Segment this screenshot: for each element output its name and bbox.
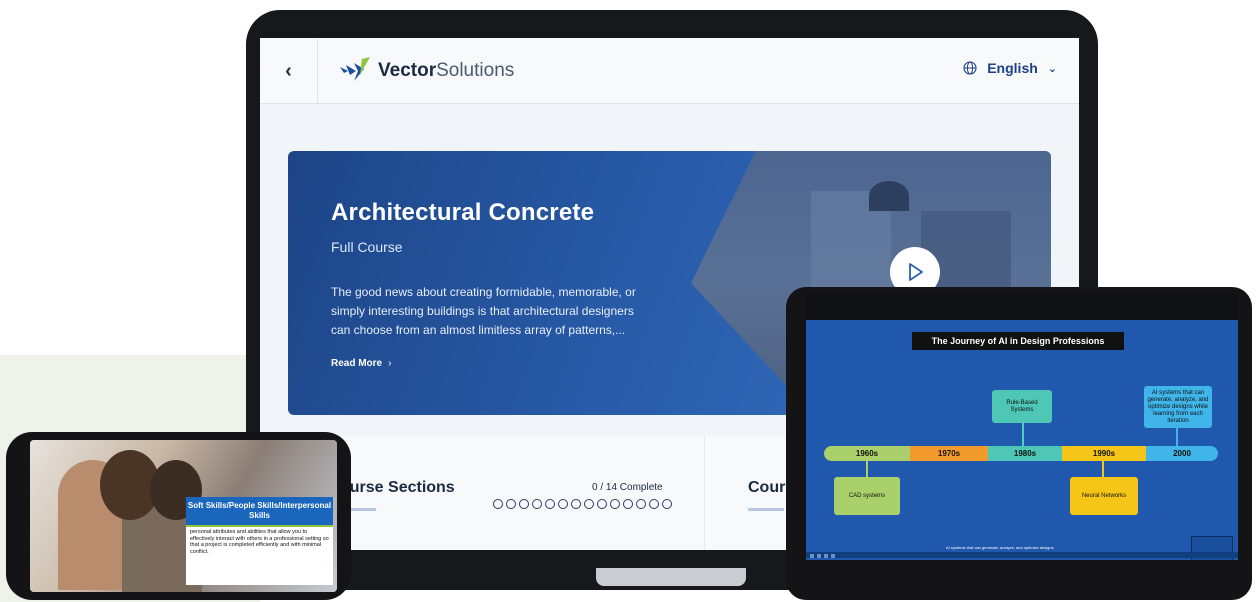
connector bbox=[1176, 428, 1178, 446]
slide-title: The Journey of AI in Design Professions bbox=[912, 332, 1124, 350]
chevron-right-icon: › bbox=[388, 358, 392, 369]
section-progress-dot bbox=[649, 499, 659, 509]
milestone-neural: Neural Networks bbox=[1070, 477, 1138, 515]
laptop-base bbox=[596, 568, 746, 586]
chevron-left-icon: ‹ bbox=[285, 59, 292, 82]
device-mockup-stage: ‹ VectorSolutions English ⌄ Architectura… bbox=[0, 0, 1256, 602]
tablet-screen: The Journey of AI in Design Professions … bbox=[806, 294, 1238, 594]
phone-screen: Soft Skills/People Skills/Interpersonal … bbox=[30, 440, 337, 592]
connector bbox=[1022, 423, 1024, 446]
section-progress-dot bbox=[519, 499, 529, 509]
second-heading: Cour bbox=[748, 479, 786, 496]
section-progress-dot bbox=[610, 499, 620, 509]
progress-count: 0 / 14 Complete bbox=[592, 482, 663, 493]
chevron-down-icon: ⌄ bbox=[1047, 62, 1057, 75]
slide-top-bar bbox=[806, 294, 1238, 320]
section-progress-dot bbox=[571, 499, 581, 509]
timeline-2000: 2000 bbox=[1146, 446, 1218, 461]
read-more-link[interactable]: Read More › bbox=[331, 358, 391, 369]
section-progress-dot bbox=[532, 499, 542, 509]
course-description: The good news about creating formidable,… bbox=[331, 285, 636, 337]
vector-solutions-logo: VectorSolutions bbox=[338, 54, 514, 88]
play-icon bbox=[909, 263, 923, 281]
section-progress-dot bbox=[545, 499, 555, 509]
section-progress-dot bbox=[636, 499, 646, 509]
milestone-ai-systems: AI systems that can generate, analyze, a… bbox=[1144, 386, 1212, 428]
timeline-bar: 1960s 1970s 1980s 1990s 2000 bbox=[824, 446, 1218, 461]
language-label: English bbox=[987, 60, 1038, 76]
course-sections-heading: ourse Sections bbox=[340, 479, 455, 496]
connector bbox=[866, 461, 868, 477]
back-button[interactable]: ‹ bbox=[260, 38, 318, 104]
connector bbox=[1102, 461, 1104, 477]
card-title: Soft Skills/People Skills/Interpersonal … bbox=[186, 497, 333, 525]
globe-icon bbox=[963, 61, 977, 75]
timeline-1990s: 1990s bbox=[1062, 446, 1146, 461]
logo-text: VectorSolutions bbox=[378, 60, 515, 81]
card-body: personal attributes and abilities that a… bbox=[190, 529, 329, 555]
section-progress-dot bbox=[506, 499, 516, 509]
timeline-1970s: 1970s bbox=[910, 446, 988, 461]
section-progress-dot bbox=[597, 499, 607, 509]
course-title: Architectural Concrete bbox=[331, 199, 595, 226]
milestone-rule-based: Rule-Based Systems bbox=[992, 390, 1052, 423]
slide-caption: AI systems that can generate, analyze, a… bbox=[946, 545, 1054, 550]
tablet-bezel-bottom bbox=[806, 560, 1238, 594]
course-subtitle: Full Course bbox=[331, 239, 403, 255]
info-card: Soft Skills/People Skills/Interpersonal … bbox=[186, 497, 333, 585]
player-controls[interactable] bbox=[810, 552, 870, 560]
heading-underline bbox=[748, 508, 784, 511]
progress-dots bbox=[493, 499, 672, 509]
divider bbox=[704, 436, 705, 550]
language-selector[interactable]: English ⌄ bbox=[963, 60, 1057, 76]
timeline-1960s: 1960s bbox=[824, 446, 910, 461]
milestone-cad: CAD systems bbox=[834, 477, 900, 515]
timeline-1980s: 1980s bbox=[988, 446, 1062, 461]
section-progress-dot bbox=[558, 499, 568, 509]
top-bar: ‹ VectorSolutions English ⌄ bbox=[260, 38, 1079, 104]
section-progress-dot bbox=[662, 499, 672, 509]
section-progress-dot bbox=[584, 499, 594, 509]
section-progress-dot bbox=[493, 499, 503, 509]
section-progress-dot bbox=[623, 499, 633, 509]
logo-mark-icon bbox=[340, 57, 370, 81]
player-controls-bar bbox=[806, 552, 1238, 558]
